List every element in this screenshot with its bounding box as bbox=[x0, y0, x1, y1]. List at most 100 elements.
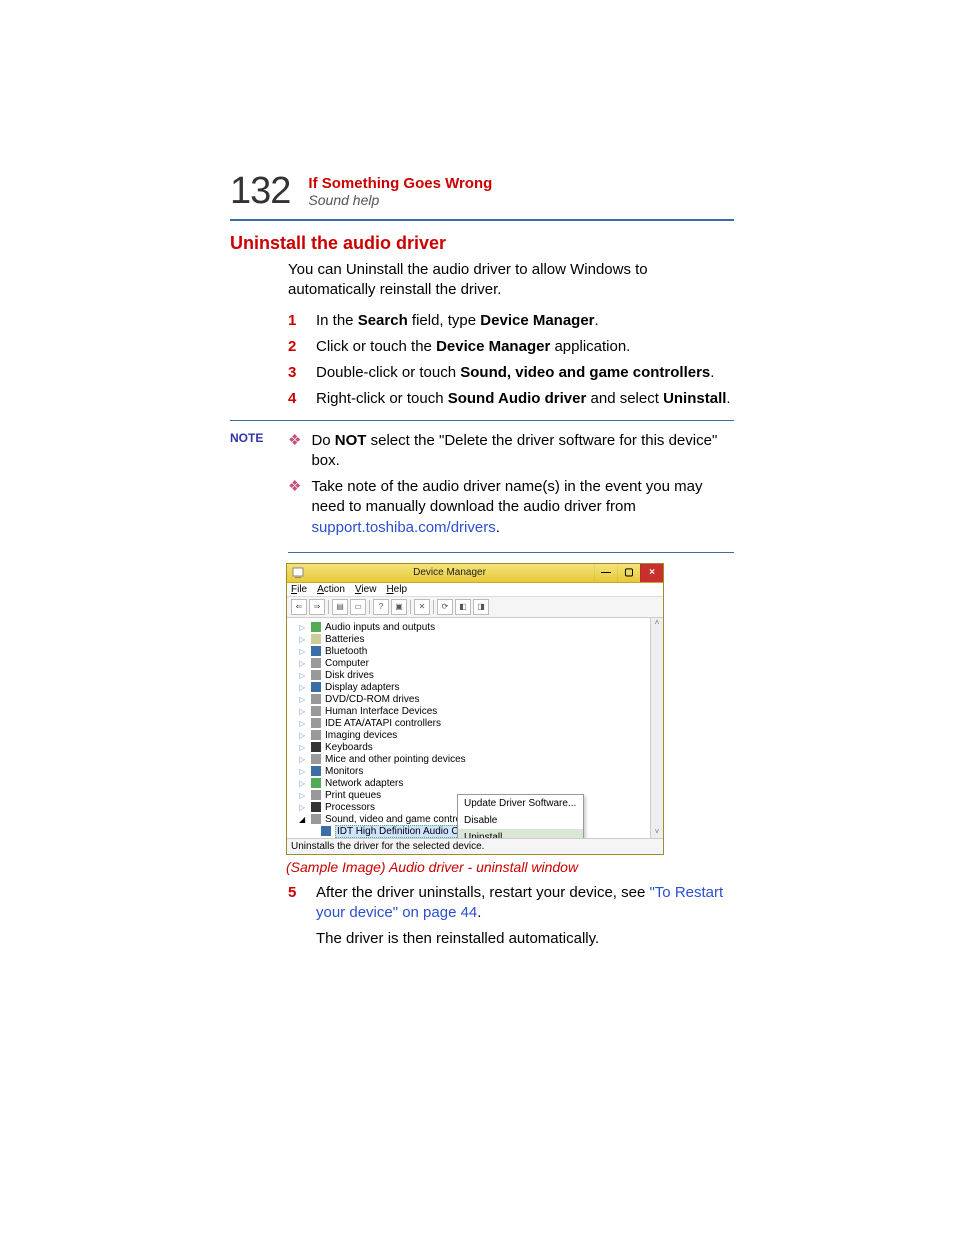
back-icon[interactable]: ⇐ bbox=[291, 599, 307, 615]
tree-item[interactable]: ▷Computer bbox=[299, 658, 646, 669]
toolbar-icon[interactable]: ▣ bbox=[391, 599, 407, 615]
expand-icon[interactable]: ▷ bbox=[299, 647, 307, 656]
step-1: 1 In the Search field, type Device Manag… bbox=[288, 311, 734, 331]
device-icon bbox=[311, 622, 321, 632]
tree-label: DVD/CD-ROM drives bbox=[325, 694, 419, 705]
dm-toolbar: ⇐ ⇒ ▤ ▭ ? ▣ ✕ ⟳ ◧ ◨ bbox=[287, 597, 663, 618]
menu-file[interactable]: File bbox=[291, 584, 307, 595]
device-icon bbox=[311, 766, 321, 776]
step-2: 2 Click or touch the Device Manager appl… bbox=[288, 337, 734, 357]
expand-icon[interactable]: ▷ bbox=[299, 635, 307, 644]
expand-icon[interactable]: ▷ bbox=[299, 791, 307, 800]
device-icon bbox=[321, 826, 331, 836]
toolbar-icon[interactable]: ▤ bbox=[332, 599, 348, 615]
expand-icon[interactable]: ▷ bbox=[299, 671, 307, 680]
expand-icon[interactable]: ▷ bbox=[299, 683, 307, 692]
maximize-button[interactable]: ▢ bbox=[617, 564, 640, 582]
tree-item[interactable]: ▷ Bluetooth bbox=[299, 646, 646, 657]
toolbar-icon[interactable]: ⟳ bbox=[437, 599, 453, 615]
minimize-button[interactable]: — bbox=[594, 564, 617, 582]
toolbar-icon[interactable]: ◨ bbox=[473, 599, 489, 615]
expand-icon[interactable]: ▷ bbox=[299, 779, 307, 788]
tree-label: Bluetooth bbox=[325, 646, 367, 657]
intro-text: You can Uninstall the audio driver to al… bbox=[288, 260, 734, 301]
expand-icon[interactable]: ▷ bbox=[299, 659, 307, 668]
expand-icon[interactable]: ▷ bbox=[299, 767, 307, 776]
support-link[interactable]: support.toshiba.com/drivers bbox=[311, 519, 495, 536]
expand-icon[interactable]: ▷ bbox=[299, 743, 307, 752]
step-text: Double-click or touch Sound, video and g… bbox=[316, 363, 714, 383]
tree-label: Monitors bbox=[325, 766, 363, 777]
step-number: 4 bbox=[288, 389, 298, 409]
expand-icon[interactable]: ▷ bbox=[299, 719, 307, 728]
chapter-title: If Something Goes Wrong bbox=[308, 175, 492, 192]
dm-tree[interactable]: ▷Audio inputs and outputs▷Batteries▷Blue… bbox=[287, 618, 650, 838]
device-icon bbox=[311, 814, 321, 824]
tree-item[interactable]: ▷ Imaging devices bbox=[299, 730, 646, 741]
tree-item[interactable]: ▷ IDE ATA/ATAPI controllers bbox=[299, 718, 646, 729]
scroll-up-icon[interactable]: ˄ bbox=[651, 618, 663, 629]
step-5-followup: The driver is then reinstalled automatic… bbox=[316, 929, 734, 949]
ctx-uninstall[interactable]: Uninstall bbox=[458, 829, 583, 838]
tree-label: Batteries bbox=[325, 634, 364, 645]
toolbar-icon[interactable]: ✕ bbox=[414, 599, 430, 615]
tree-item[interactable]: ▷ DVD/CD-ROM drives bbox=[299, 694, 646, 705]
bullet-icon: ❖ bbox=[288, 431, 301, 472]
dm-title: Device Manager bbox=[305, 567, 594, 578]
dm-app-icon bbox=[291, 566, 305, 580]
step-3: 3 Double-click or touch Sound, video and… bbox=[288, 363, 734, 383]
menu-view[interactable]: View bbox=[355, 584, 377, 595]
tree-item[interactable]: ▷ Disk drives bbox=[299, 670, 646, 681]
forward-icon[interactable]: ⇒ bbox=[309, 599, 325, 615]
dm-menubar: File Action View Help bbox=[287, 583, 663, 597]
device-manager-screenshot: Device Manager — ▢ × File Action View He… bbox=[286, 563, 734, 855]
tree-item[interactable]: ▷Audio inputs and outputs bbox=[299, 622, 646, 633]
toolbar-icon[interactable]: ▭ bbox=[350, 599, 366, 615]
scrollbar[interactable]: ˄ ˅ bbox=[650, 618, 663, 838]
header-rule bbox=[230, 219, 734, 221]
step-text: After the driver uninstalls, restart you… bbox=[316, 883, 734, 924]
device-icon bbox=[311, 802, 321, 812]
expand-icon[interactable]: ▷ bbox=[299, 755, 307, 764]
tree-label: Human Interface Devices bbox=[325, 706, 437, 717]
note-rule-top bbox=[230, 420, 734, 421]
tree-item[interactable]: ▷Mice and other pointing devices bbox=[299, 754, 646, 765]
note-rule-bottom bbox=[288, 552, 734, 553]
ctx-disable[interactable]: Disable bbox=[458, 812, 583, 829]
step-number: 1 bbox=[288, 311, 298, 331]
tree-label: Network adapters bbox=[325, 778, 403, 789]
device-icon bbox=[311, 790, 321, 800]
dm-statusbar: Uninstalls the driver for the selected d… bbox=[287, 838, 663, 854]
menu-help[interactable]: Help bbox=[386, 584, 407, 595]
ctx-update-driver[interactable]: Update Driver Software... bbox=[458, 795, 583, 812]
scroll-down-icon[interactable]: ˅ bbox=[651, 827, 663, 838]
expand-icon[interactable]: ◢ bbox=[299, 815, 307, 824]
context-menu: Update Driver Software... Disable Uninst… bbox=[457, 794, 584, 838]
device-icon bbox=[311, 694, 321, 704]
device-icon bbox=[311, 634, 321, 644]
tree-item[interactable]: ▷Keyboards bbox=[299, 742, 646, 753]
toolbar-icon[interactable]: ? bbox=[373, 599, 389, 615]
toolbar-icon[interactable]: ◧ bbox=[455, 599, 471, 615]
page-header: 132 If Something Goes Wrong Sound help bbox=[230, 170, 734, 213]
tree-item[interactable]: ▷ Batteries bbox=[299, 634, 646, 645]
tree-item[interactable]: ▷ Human Interface Devices bbox=[299, 706, 646, 717]
tree-label: IDE ATA/ATAPI controllers bbox=[325, 718, 441, 729]
expand-icon[interactable]: ▷ bbox=[299, 803, 307, 812]
tree-item[interactable]: ▷ Network adapters bbox=[299, 778, 646, 789]
close-button[interactable]: × bbox=[640, 564, 663, 582]
expand-icon[interactable]: ▷ bbox=[299, 731, 307, 740]
tree-item[interactable]: ▷Display adapters bbox=[299, 682, 646, 693]
expand-icon[interactable]: ▷ bbox=[299, 695, 307, 704]
steps-list-cont: 5 After the driver uninstalls, restart y… bbox=[288, 883, 734, 924]
expand-icon[interactable]: ▷ bbox=[299, 623, 307, 632]
tree-label: Disk drives bbox=[325, 670, 374, 681]
device-icon bbox=[311, 706, 321, 716]
menu-action[interactable]: Action bbox=[317, 584, 345, 595]
tree-label: Imaging devices bbox=[325, 730, 397, 741]
step-text: Right-click or touch Sound Audio driver … bbox=[316, 389, 731, 409]
tree-item[interactable]: ▷ Monitors bbox=[299, 766, 646, 777]
expand-icon[interactable]: ▷ bbox=[299, 707, 307, 716]
device-icon bbox=[311, 718, 321, 728]
step-number: 5 bbox=[288, 883, 298, 924]
